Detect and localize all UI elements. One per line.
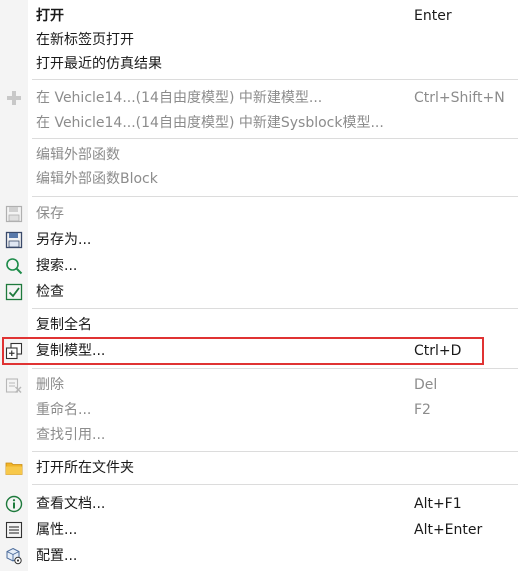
menu-item-rename-label: 重命名... <box>36 402 92 418</box>
menu-item-open-folder-label: 打开所在文件夹 <box>36 460 134 476</box>
menu-item-open-folder[interactable]: 打开所在文件夹 <box>0 455 526 481</box>
menu-item-save-label: 保存 <box>36 206 64 222</box>
context-menu: 打开 Enter 在新标签页打开 打开最近的仿真结果 在 Vehicle14..… <box>0 0 526 571</box>
separator <box>32 484 518 485</box>
menu-item-edit-ext-func[interactable]: 编辑外部函数 <box>0 142 526 168</box>
menu-item-rename[interactable]: 重命名... F2 <box>0 397 526 423</box>
save-disk-icon <box>5 205 23 223</box>
menu-item-properties-shortcut: Alt+Enter <box>414 522 483 538</box>
menu-item-copy-model[interactable]: 复制模型... Ctrl+D <box>0 338 526 364</box>
menu-item-rename-shortcut: F2 <box>414 402 431 418</box>
menu-item-open-new-tab-label: 在新标签页打开 <box>36 32 134 48</box>
menu-item-check[interactable]: 检查 <box>0 279 526 305</box>
separator <box>32 196 518 197</box>
menu-item-new-sysblock[interactable]: 在 Vehicle14...(14自由度模型) 中新建Sysblock模型... <box>0 110 526 136</box>
menu-item-view-docs[interactable]: 查看文档... Alt+F1 <box>0 491 526 517</box>
menu-item-new-model-label: 在 Vehicle14...(14自由度模型) 中新建模型... <box>36 90 323 106</box>
menu-item-properties-label: 属性... <box>36 522 78 538</box>
menu-item-copy-model-label: 复制模型... <box>36 343 106 359</box>
menu-item-open-recent[interactable]: 打开最近的仿真结果 <box>0 51 526 77</box>
separator <box>32 308 518 309</box>
folder-icon <box>5 459 23 477</box>
separator <box>32 79 518 80</box>
delete-icon <box>5 376 23 394</box>
menu-item-config-label: 配置... <box>36 548 78 564</box>
menu-item-new-model-shortcut: Ctrl+Shift+N <box>414 90 505 106</box>
menu-item-open-new-tab[interactable]: 在新标签页打开 <box>0 27 526 53</box>
plus-icon <box>5 89 23 107</box>
menu-item-open-recent-label: 打开最近的仿真结果 <box>36 56 162 72</box>
magnifier-icon <box>5 257 23 275</box>
menu-item-search[interactable]: 搜索... <box>0 253 526 279</box>
separator <box>32 368 518 369</box>
menu-item-properties[interactable]: 属性... Alt+Enter <box>0 517 526 543</box>
menu-item-edit-ext-func-block[interactable]: 编辑外部函数Block <box>0 166 526 192</box>
menu-item-copy-full-name[interactable]: 复制全名 <box>0 312 526 338</box>
menu-item-delete[interactable]: 删除 Del <box>0 372 526 398</box>
menu-item-open-shortcut: Enter <box>414 8 452 24</box>
menu-item-search-label: 搜索... <box>36 258 78 274</box>
menu-item-view-docs-label: 查看文档... <box>36 496 106 512</box>
menu-item-find-refs-label: 查找引用... <box>36 427 106 443</box>
menu-item-open[interactable]: 打开 Enter <box>0 3 526 29</box>
separator <box>32 451 518 452</box>
menu-item-config[interactable]: 配置... <box>0 543 526 569</box>
menu-item-copy-model-shortcut: Ctrl+D <box>414 343 462 359</box>
menu-item-view-docs-shortcut: Alt+F1 <box>414 496 462 512</box>
separator <box>32 138 518 139</box>
save-as-disk-icon <box>5 231 23 249</box>
menu-item-save-as[interactable]: 另存为... <box>0 227 526 253</box>
checkbox-check-icon <box>5 283 23 301</box>
menu-item-edit-ext-func-block-label: 编辑外部函数Block <box>36 171 158 187</box>
menu-item-save[interactable]: 保存 <box>0 201 526 227</box>
copy-plus-icon <box>5 342 23 360</box>
menu-item-new-model[interactable]: 在 Vehicle14...(14自由度模型) 中新建模型... Ctrl+Sh… <box>0 85 526 111</box>
menu-item-save-as-label: 另存为... <box>36 232 92 248</box>
menu-item-check-label: 检查 <box>36 284 64 300</box>
menu-item-delete-label: 删除 <box>36 377 64 393</box>
menu-item-edit-ext-func-label: 编辑外部函数 <box>36 147 120 163</box>
menu-item-delete-shortcut: Del <box>414 377 438 393</box>
list-icon <box>5 521 23 539</box>
menu-item-copy-full-name-label: 复制全名 <box>36 317 92 333</box>
menu-item-open-label: 打开 <box>36 8 64 24</box>
info-icon <box>5 495 23 513</box>
menu-item-new-sysblock-label: 在 Vehicle14...(14自由度模型) 中新建Sysblock模型... <box>36 115 384 131</box>
menu-item-find-refs[interactable]: 查找引用... <box>0 422 526 448</box>
cube-gear-icon <box>5 547 23 565</box>
